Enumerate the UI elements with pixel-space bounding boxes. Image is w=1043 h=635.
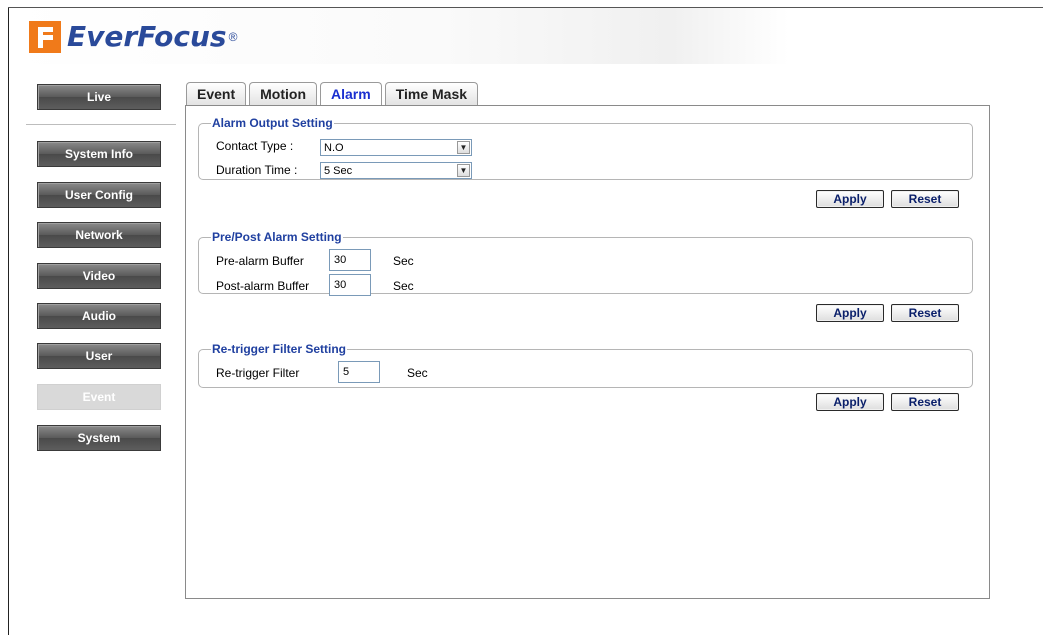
registered-mark: ®: [228, 30, 238, 44]
alarm-output-apply-button[interactable]: Apply: [816, 190, 884, 208]
retrigger-filter-group: Re-trigger Filter Setting Re-trigger Fil…: [198, 342, 973, 388]
sidebar-divider: [26, 124, 176, 125]
prepost-alarm-legend: Pre/Post Alarm Setting: [212, 230, 342, 244]
pre-alarm-input[interactable]: 30: [329, 249, 371, 271]
post-alarm-unit: Sec: [393, 279, 414, 293]
retrigger-filter-label: Re-trigger Filter: [216, 366, 300, 380]
tab-bar: Event Motion Alarm Time Mask: [186, 82, 481, 106]
logo-mark-icon: [29, 21, 61, 53]
alarm-output-legend: Alarm Output Setting: [212, 116, 333, 130]
retrigger-apply-button[interactable]: Apply: [816, 393, 884, 411]
chevron-down-icon: ▼: [457, 164, 470, 177]
contact-type-value: N.O: [324, 141, 344, 154]
content-panel: Alarm Output Setting Contact Type : N.O …: [185, 105, 990, 599]
post-alarm-input[interactable]: 30: [329, 274, 371, 296]
prepost-apply-button[interactable]: Apply: [816, 304, 884, 322]
sidebar-item-live[interactable]: Live: [37, 84, 161, 110]
post-alarm-label: Post-alarm Buffer: [216, 279, 310, 293]
alarm-output-group: Alarm Output Setting Contact Type : N.O …: [198, 116, 973, 180]
sidebar-item-system[interactable]: System: [37, 425, 161, 451]
sidebar-item-event[interactable]: Event: [37, 384, 161, 410]
sidebar-item-audio[interactable]: Audio: [37, 303, 161, 329]
sidebar-item-video[interactable]: Video: [37, 263, 161, 289]
chevron-down-icon: ▼: [457, 141, 470, 154]
prepost-reset-button[interactable]: Reset: [891, 304, 959, 322]
contact-type-select[interactable]: N.O ▼: [320, 139, 472, 156]
duration-time-value: 5 Sec: [324, 164, 353, 177]
duration-time-label: Duration Time :: [216, 163, 298, 177]
sidebar-item-user[interactable]: User: [37, 343, 161, 369]
tab-alarm[interactable]: Alarm: [320, 82, 382, 105]
prepost-alarm-group: Pre/Post Alarm Setting Pre-alarm Buffer …: [198, 230, 973, 296]
retrigger-reset-button[interactable]: Reset: [891, 393, 959, 411]
retrigger-filter-legend: Re-trigger Filter Setting: [212, 342, 347, 356]
brand-name: EverFocus: [67, 20, 227, 53]
tab-event[interactable]: Event: [186, 82, 247, 105]
pre-alarm-label: Pre-alarm Buffer: [216, 254, 304, 268]
sidebar-item-system-info[interactable]: System Info: [37, 141, 161, 167]
pre-alarm-unit: Sec: [393, 254, 414, 268]
alarm-output-reset-button[interactable]: Reset: [891, 190, 959, 208]
tab-motion[interactable]: Motion: [249, 82, 317, 105]
sidebar-item-network[interactable]: Network: [37, 222, 161, 248]
brand-logo: EverFocus ®: [29, 16, 237, 58]
retrigger-filter-input[interactable]: 5: [338, 361, 380, 383]
sidebar-item-user-config[interactable]: User Config: [37, 182, 161, 208]
frame-border-left: [8, 8, 9, 635]
tab-time-mask[interactable]: Time Mask: [384, 82, 479, 105]
retrigger-filter-unit: Sec: [407, 366, 428, 380]
contact-type-label: Contact Type :: [216, 139, 294, 153]
duration-time-select[interactable]: 5 Sec ▼: [320, 162, 472, 179]
